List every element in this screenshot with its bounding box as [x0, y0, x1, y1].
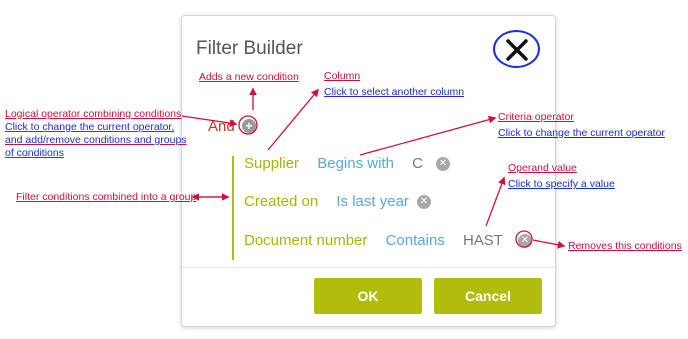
condition-value[interactable]: C — [412, 155, 423, 172]
dialog-title: Filter Builder — [196, 38, 303, 59]
annotation-line: Logical operator combining conditions — [5, 108, 182, 120]
close-button[interactable] — [493, 30, 540, 68]
filter-builder-dialog: Filter Builder And + Supplier Begins wit… — [181, 15, 556, 327]
condition-value[interactable]: HAST — [463, 232, 503, 249]
remove-condition-button[interactable]: ✕ — [436, 157, 450, 171]
close-icon — [506, 39, 528, 61]
annotation-line[interactable]: of conditions — [5, 147, 187, 160]
annotation-column-title: Column — [324, 70, 361, 82]
annotation-operand-hint[interactable]: Click to specify a value — [508, 178, 615, 190]
remove-condition-button[interactable]: ✕ — [417, 195, 431, 209]
plus-icon: + — [245, 119, 253, 133]
annotation-group: Filter conditions combined into a group — [16, 191, 197, 203]
condition-field[interactable]: Created on — [244, 193, 318, 210]
remove-icon: ✕ — [520, 235, 530, 246]
condition-field[interactable]: Document number — [244, 232, 367, 249]
condition-operator[interactable]: Begins with — [317, 155, 394, 172]
remove-icon: ✕ — [438, 158, 448, 169]
condition-field[interactable]: Supplier — [244, 155, 299, 172]
condition-row: Document number Contains HAST — [244, 232, 503, 249]
annotation-add-condition: Adds a new condition — [199, 71, 299, 83]
annotation-criteria-title: Criteria operator — [498, 111, 574, 123]
condition-operator[interactable]: Contains — [386, 232, 445, 249]
condition-operator[interactable]: Is last year — [336, 193, 409, 210]
annotation-line[interactable]: and add/remove conditions and groups — [5, 134, 187, 147]
cancel-button[interactable]: Cancel — [434, 278, 542, 314]
remove-condition-button[interactable]: ✕ — [518, 234, 532, 248]
group-operator[interactable]: And — [208, 118, 235, 135]
annotation-removes: Removes this conditions — [568, 240, 682, 252]
remove-icon: ✕ — [419, 196, 429, 207]
annotation-criteria-hint[interactable]: Click to change the current operator — [498, 127, 665, 139]
footer-divider — [182, 267, 555, 268]
ok-button[interactable]: OK — [314, 278, 422, 314]
annotation-line[interactable]: Click to change the current operator, — [5, 121, 187, 134]
annotation-logical-operator: Logical operator combining conditions Cl… — [5, 108, 187, 160]
group-line — [232, 156, 234, 260]
annotation-column-hint[interactable]: Click to select another column — [324, 86, 464, 98]
annotation-operand-title: Operand value — [508, 162, 577, 174]
condition-row: Supplier Begins with C — [244, 155, 423, 172]
condition-row: Created on Is last year — [244, 193, 409, 210]
add-condition-button[interactable]: + — [242, 119, 256, 133]
